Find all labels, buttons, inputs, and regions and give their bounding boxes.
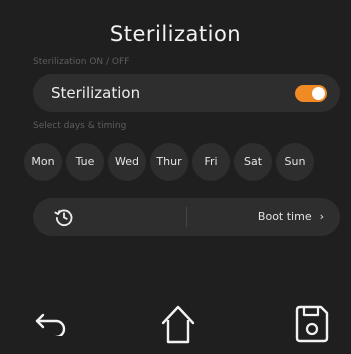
sterilization-section-label: Sterilization ON / OFF <box>33 57 130 67</box>
day-button-thur[interactable]: Thur <box>150 143 188 181</box>
home-icon[interactable] <box>160 304 196 344</box>
sterilization-toggle[interactable] <box>295 85 327 102</box>
boot-time-label: Boot time <box>257 210 312 223</box>
toggle-knob <box>312 87 325 100</box>
days-section-label: Select days & timing <box>33 121 127 131</box>
day-button-tue[interactable]: Tue <box>66 143 104 181</box>
back-arrow-icon[interactable] <box>34 312 68 336</box>
day-selector: Mon Tue Wed Thur Fri Sat Sun <box>24 143 351 181</box>
sterilization-toggle-row[interactable]: Sterilization <box>33 74 340 112</box>
save-icon[interactable] <box>293 304 331 344</box>
timing-row[interactable]: Boot time › <box>33 198 340 236</box>
sterilization-screen: Sterilization Sterilization ON / OFF Ste… <box>0 0 351 354</box>
page-title: Sterilization <box>109 22 242 46</box>
sterilization-row-label: Sterilization <box>51 84 141 102</box>
day-button-mon[interactable]: Mon <box>24 143 62 181</box>
chevron-right-icon: › <box>319 210 324 223</box>
boot-time-selector[interactable]: Boot time › <box>258 210 324 223</box>
day-button-wed[interactable]: Wed <box>108 143 146 181</box>
day-button-sun[interactable]: Sun <box>276 143 314 181</box>
history-clock-icon[interactable] <box>53 206 75 228</box>
timing-divider <box>186 207 187 227</box>
day-button-fri[interactable]: Fri <box>192 143 230 181</box>
day-button-sat[interactable]: Sat <box>234 143 272 181</box>
